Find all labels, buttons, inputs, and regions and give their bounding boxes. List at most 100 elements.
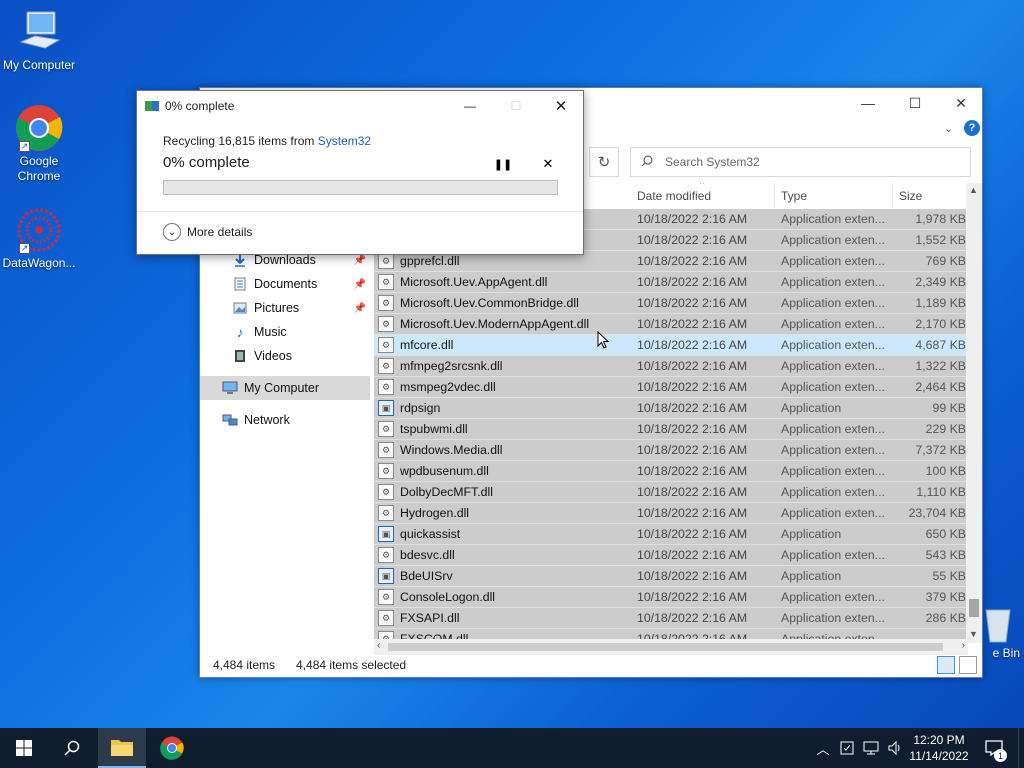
nav-item-pictures[interactable]: Pictures 📌 [200, 296, 370, 320]
file-row[interactable]: ⚙ FXSAPI.dll 10/18/2022 2:16 AM Application… [374, 608, 968, 629]
file-row[interactable]: ⚙ Microsoft.Uev.CommonBridge.dll 10/18/202… [374, 293, 968, 314]
file-row[interactable]: ⚙ Hydrogen.dll 10/18/2022 2:16 AM Applicati… [374, 503, 968, 524]
file-row[interactable]: ⚙ wpdbusenum.dll 10/18/2022 2:16 AM Applica… [374, 461, 968, 482]
help-icon[interactable]: ? [964, 120, 980, 136]
scrollbar-thumb[interactable] [969, 599, 979, 617]
file-row[interactable]: ⚙ bdesvc.dll 10/18/2022 2:16 AM Application… [374, 545, 968, 566]
search-button[interactable] [48, 728, 96, 768]
nav-item-music[interactable]: ♪ Music [200, 320, 370, 344]
desktop-icon-my-computer[interactable]: My Computer [0, 8, 78, 73]
minimize-button[interactable]: — [845, 88, 891, 118]
pin-icon[interactable]: 📌 [354, 255, 366, 266]
pin-icon[interactable]: 📌 [354, 303, 366, 314]
dialog-close-button[interactable]: ✕ [538, 91, 584, 121]
recycle-progress-dialog[interactable]: 0% complete — ☐ ✕ Recycling 16,815 items… [136, 90, 584, 255]
file-size: 7,372 KB [915, 443, 966, 457]
desktop-icon-datawagon[interactable]: ↗ DataWagon... [0, 206, 78, 271]
nav-item-my-computer[interactable]: My Computer [200, 376, 370, 400]
scroll-down-icon[interactable]: ▼ [969, 629, 978, 639]
nav-item-label: Documents [254, 277, 318, 291]
nav-item-network[interactable]: Network [200, 408, 370, 432]
file-name-text: Microsoft.Uev.CommonBridge.dll [400, 296, 579, 310]
details-view-button[interactable] [937, 656, 955, 674]
close-button[interactable]: ✕ [938, 88, 984, 118]
file-size: 286 KB [925, 611, 966, 625]
more-details-button[interactable]: ⌄ More details [163, 223, 252, 241]
scroll-up-icon[interactable]: ▲ [969, 185, 978, 195]
cancel-button[interactable]: ✕ [538, 155, 558, 173]
dll-file-icon: ⚙ [378, 316, 394, 332]
film-icon [232, 348, 248, 364]
show-desktop-button[interactable] [1018, 728, 1024, 768]
taskbar-file-explorer[interactable] [98, 728, 146, 768]
dialog-maximize-button: ☐ [510, 99, 522, 113]
nav-item-label: Music [254, 325, 287, 339]
expand-ribbon-icon[interactable]: ⌄ [944, 122, 953, 135]
file-type: Application exten... [781, 338, 885, 352]
volume-icon[interactable] [884, 728, 906, 768]
pause-button[interactable]: ❚❚ [493, 155, 513, 173]
scroll-right-icon[interactable]: › [962, 640, 965, 651]
vertical-scrollbar[interactable]: ▲ ▼ [966, 183, 982, 643]
large-icons-view-button[interactable] [959, 656, 977, 674]
column-header-date[interactable]: Date modified [631, 183, 775, 208]
taskbar-chrome[interactable] [148, 728, 196, 768]
column-header-size[interactable]: Size [893, 183, 968, 208]
dialog-minimize-button[interactable]: — [447, 91, 493, 121]
clock-date: 11/14/2022 [909, 749, 969, 763]
file-name: ⚙ ConsoleLogon.dll [374, 589, 631, 605]
file-type: Application exten... [781, 317, 885, 331]
file-date: 10/18/2022 2:16 AM [637, 569, 748, 583]
windows-logo-icon [16, 740, 32, 756]
file-row[interactable]: ⚙ mfcore.dll 10/18/2022 2:16 AM Application… [374, 335, 968, 356]
file-row[interactable]: ⚙ mfmpeg2srcsnk.dll 10/18/2022 2:16 AM Appl… [374, 356, 968, 377]
file-row[interactable]: ▣ quickassist 10/18/2022 2:16 AM Applicatio… [374, 524, 968, 545]
file-row[interactable]: ⚙ ConsoleLogon.dll 10/18/2022 2:16 AM Appli… [374, 587, 968, 608]
pin-icon[interactable]: 📌 [354, 279, 366, 290]
network-icon[interactable] [860, 728, 882, 768]
source-folder-link[interactable]: System32 [318, 134, 371, 148]
dll-file-icon: ⚙ [378, 610, 394, 626]
desktop-icon-google-chrome[interactable]: ↗ Google Chrome [0, 104, 78, 184]
file-row[interactable]: ▣ rdpsign 10/18/2022 2:16 AM Application 99 … [374, 398, 968, 419]
file-size: 2,349 KB [915, 275, 966, 289]
search-input[interactable]: Search System32 [630, 147, 971, 177]
file-row[interactable]: ⚙ Windows.Media.dll 10/18/2022 2:16 AM Appl… [374, 440, 968, 461]
start-button[interactable] [0, 728, 48, 768]
file-date: 10/18/2022 2:16 AM [637, 548, 748, 562]
dll-file-icon: ⚙ [378, 358, 394, 374]
file-name-text: gpprefcl.dll [400, 254, 460, 268]
file-name: ⚙ Windows.Media.dll [374, 442, 631, 458]
file-row[interactable]: ⚙ DolbyDecMFT.dll 10/18/2022 2:16 AM Applic… [374, 482, 968, 503]
file-row[interactable]: ⚙ tspubwmi.dll 10/18/2022 2:16 AM Applicati… [374, 419, 968, 440]
file-rows: ⚙ 10/18/2022 2:16 AM Application exten... 1… [374, 209, 968, 643]
file-type: Application exten... [781, 212, 885, 226]
nav-item-videos[interactable]: Videos [200, 344, 370, 368]
scrollbar-thumb[interactable] [388, 643, 943, 651]
dll-file-icon: ⚙ [378, 253, 394, 269]
file-row[interactable]: ⚙ Microsoft.Uev.ModernAppAgent.dll 10/18/2… [374, 314, 968, 335]
notifications-button[interactable]: 1 [980, 728, 1008, 768]
file-name-text: BdeUISrv [400, 569, 453, 583]
file-type: Application exten... [781, 548, 885, 562]
dll-file-icon: ⚙ [378, 442, 394, 458]
file-date: 10/18/2022 2:16 AM [637, 254, 748, 268]
nav-item-label: Pictures [254, 301, 300, 315]
app-icon: ▣ [378, 568, 394, 584]
file-date: 10/18/2022 2:16 AM [637, 527, 748, 541]
file-type: Application exten... [781, 275, 885, 289]
file-size: 2,464 KB [915, 380, 966, 394]
maximize-button[interactable]: ☐ [892, 88, 938, 118]
column-header-type[interactable]: Type [775, 183, 893, 208]
file-name: ⚙ DolbyDecMFT.dll [374, 484, 631, 500]
scroll-left-icon[interactable]: ‹ [377, 640, 380, 651]
file-row[interactable]: ▣ BdeUISrv 10/18/2022 2:16 AM Application 55… [374, 566, 968, 587]
clock[interactable]: 12:20 PM 11/14/2022 [906, 728, 972, 768]
refresh-button[interactable]: ↻ [589, 147, 619, 177]
file-row[interactable]: ⚙ msmpeg2vdec.dll 10/18/2022 2:16 AM Applic… [374, 377, 968, 398]
tray-security-icon[interactable] [836, 728, 858, 768]
file-row[interactable]: ⚙ Microsoft.Uev.AppAgent.dll 10/18/2022 2:… [374, 272, 968, 293]
show-hidden-icons-button[interactable]: ︿ [812, 728, 834, 768]
nav-item-documents[interactable]: Documents 📌 [200, 272, 370, 296]
file-size: 1,189 KB [915, 296, 966, 310]
